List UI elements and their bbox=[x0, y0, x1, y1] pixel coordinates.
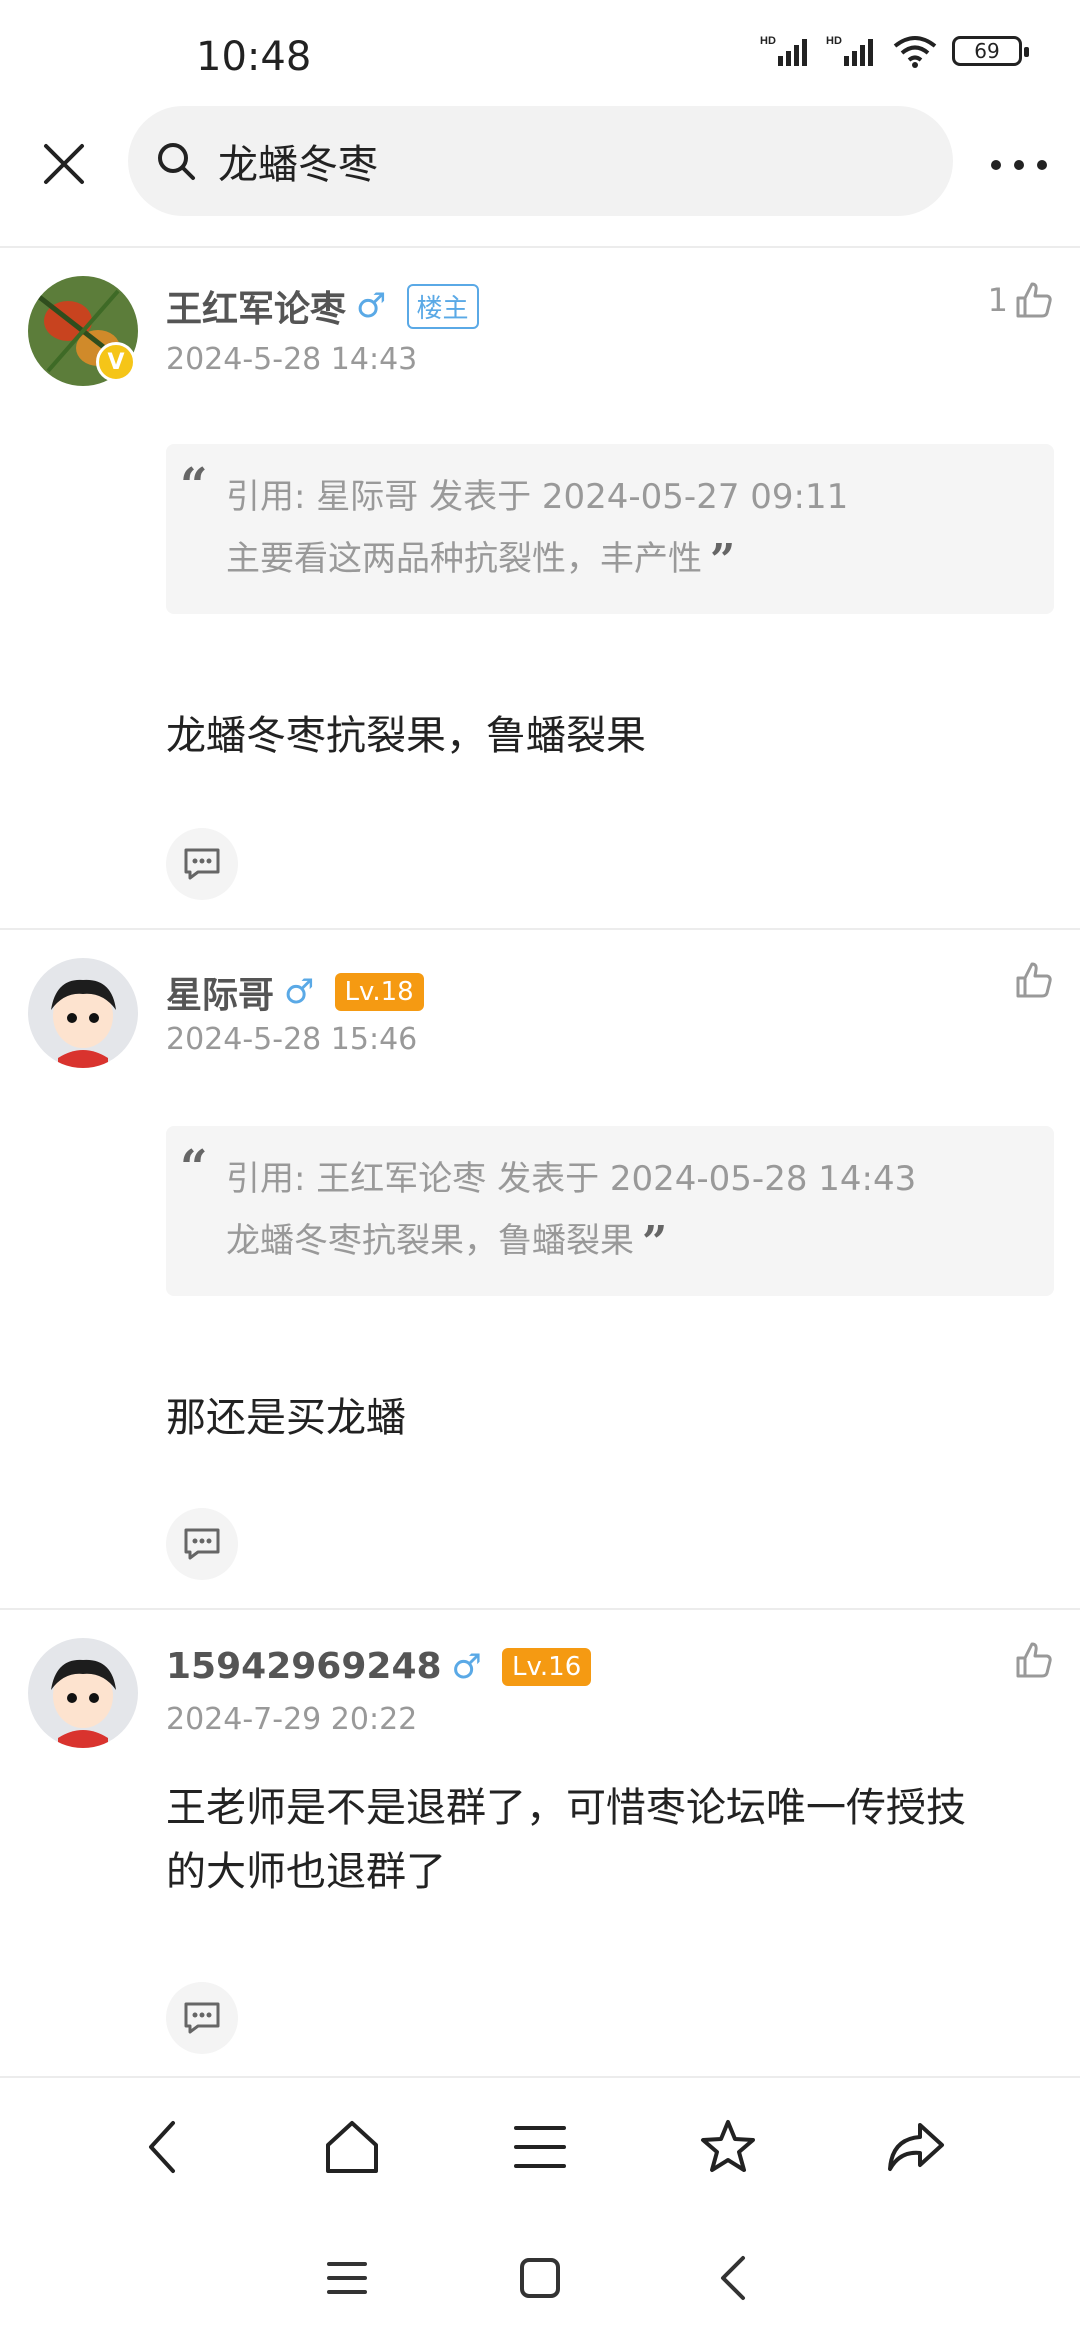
signal-icon-2: HD bbox=[826, 35, 873, 66]
quote-open-icon: “ bbox=[180, 1140, 208, 1196]
quote-block: “ 引用: 星际哥 发表于 2024-05-27 09:11 主要看这两品种抗裂… bbox=[166, 444, 1054, 614]
back-icon bbox=[149, 2121, 175, 2173]
quote-body-row: 龙蟠冬枣抗裂果，鲁蟠裂果” bbox=[226, 1210, 1034, 1274]
status-icons: HD HD 69 bbox=[760, 34, 1029, 68]
level-badge: Lv.16 bbox=[502, 1647, 592, 1686]
bottom-toolbar bbox=[0, 2076, 1080, 2216]
status-time: 10:48 bbox=[196, 34, 312, 80]
thumbs-up-icon bbox=[1016, 1642, 1052, 1678]
author-name[interactable]: 15942969248 bbox=[166, 1646, 442, 1687]
quote-body: 龙蟠冬枣抗裂果，鲁蟠裂果 bbox=[226, 1221, 634, 1261]
avatar[interactable] bbox=[28, 958, 138, 1068]
more-icon bbox=[991, 160, 1047, 170]
like-count: 1 bbox=[987, 281, 1008, 319]
level-badge: Lv.18 bbox=[334, 973, 424, 1011]
male-icon: ♂ bbox=[356, 286, 387, 326]
thumbs-up-icon bbox=[1016, 282, 1052, 318]
avatar-image bbox=[28, 958, 138, 1068]
post-content-line: 王老师是不是退群了，可惜枣论坛唯一传授技 bbox=[166, 1785, 966, 1831]
post-item: 星际哥 ♂ Lv.18 2024-5-28 15:46 “ 引用: 王红军论枣 … bbox=[0, 930, 1080, 1610]
like-button[interactable]: 1 bbox=[988, 280, 1054, 320]
search-query: 龙蟠冬枣 bbox=[218, 142, 378, 188]
comment-icon bbox=[184, 848, 220, 880]
post-content-line: 的大师也退群了 bbox=[166, 1849, 446, 1895]
home-square-icon bbox=[519, 2258, 560, 2298]
post-content: 王老师是不是退群了，可惜枣论坛唯一传授技 的大师也退群了 bbox=[166, 1776, 1066, 1904]
signal-icon: HD bbox=[760, 35, 807, 66]
status-bar: 10:48 HD HD 69 bbox=[0, 0, 1080, 100]
post-content: 龙蟠冬枣抗裂果，鲁蟠裂果 bbox=[166, 713, 646, 759]
svg-text:HD: HD bbox=[760, 35, 776, 47]
male-icon: ♂ bbox=[284, 972, 315, 1012]
post-time: 2024-7-29 20:22 bbox=[166, 1702, 418, 1737]
author-name[interactable]: 王红军论枣 bbox=[166, 280, 346, 332]
quote-close-icon: ” bbox=[710, 534, 736, 586]
quote-open-icon: “ bbox=[180, 458, 208, 514]
quote-body-row: 主要看这两品种抗裂性，丰产性” bbox=[226, 528, 1034, 592]
home-button[interactable] bbox=[312, 2107, 392, 2187]
quote-block: “ 引用: 王红军论枣 发表于 2024-05-28 14:43 龙蟠冬枣抗裂果… bbox=[166, 1126, 1054, 1296]
home-icon bbox=[326, 2121, 378, 2173]
post-time: 2024-5-28 15:46 bbox=[166, 1022, 418, 1057]
avatar[interactable] bbox=[28, 1638, 138, 1748]
wifi-icon bbox=[893, 36, 937, 68]
owner-badge: 楼主 bbox=[406, 283, 479, 329]
post-item: 15942969248 ♂ Lv.16 2024-7-29 20:22 王老师是… bbox=[0, 1610, 1080, 2076]
menu-button[interactable] bbox=[500, 2107, 580, 2187]
svg-text:HD: HD bbox=[826, 35, 842, 47]
author-row: 星际哥 ♂ Lv.18 bbox=[166, 966, 424, 1018]
system-home-button[interactable] bbox=[500, 2238, 580, 2318]
system-nav-bar bbox=[0, 2216, 1080, 2340]
post-content: 那还是买龙蟠 bbox=[166, 1395, 406, 1441]
close-button[interactable] bbox=[36, 136, 92, 192]
like-button[interactable] bbox=[1014, 1640, 1054, 1680]
post-item: V 王红军论枣 ♂ 楼主 2024-5-28 14:43 1 “ 引用: 星际哥… bbox=[0, 250, 1080, 930]
system-back-icon bbox=[721, 2256, 746, 2300]
verified-badge-icon: V bbox=[96, 342, 136, 382]
author-row: 15942969248 ♂ Lv.16 bbox=[166, 1646, 592, 1687]
reply-button[interactable] bbox=[166, 1982, 238, 2054]
reply-button[interactable] bbox=[166, 1508, 238, 1580]
search-input[interactable]: 龙蟠冬枣 bbox=[128, 106, 953, 216]
recent-apps-icon bbox=[326, 2262, 367, 2294]
search-icon bbox=[158, 143, 195, 180]
quote-body: 主要看这两品种抗裂性，丰产性 bbox=[226, 539, 702, 579]
quote-close-icon: ” bbox=[642, 1216, 668, 1268]
system-back-button[interactable] bbox=[693, 2238, 773, 2318]
menu-icon bbox=[514, 2126, 566, 2168]
avatar-image bbox=[28, 1638, 138, 1748]
more-button[interactable] bbox=[984, 140, 1054, 190]
share-icon bbox=[888, 2123, 944, 2171]
share-button[interactable] bbox=[876, 2107, 956, 2187]
comment-icon bbox=[184, 1528, 220, 1560]
quote-header: 引用: 星际哥 发表于 2024-05-27 09:11 bbox=[226, 477, 849, 517]
author-row: 王红军论枣 ♂ 楼主 bbox=[166, 280, 479, 332]
male-icon: ♂ bbox=[451, 1646, 483, 1687]
top-bar: 龙蟠冬枣 bbox=[0, 100, 1080, 248]
favorite-button[interactable] bbox=[688, 2107, 768, 2187]
recent-apps-button[interactable] bbox=[307, 2238, 387, 2318]
author-name[interactable]: 星际哥 bbox=[166, 966, 274, 1018]
back-button[interactable] bbox=[124, 2107, 204, 2187]
battery-icon: 69 bbox=[952, 36, 1029, 66]
star-icon bbox=[701, 2120, 755, 2172]
battery-level: 69 bbox=[974, 39, 1000, 63]
reply-button[interactable] bbox=[166, 828, 238, 900]
close-icon bbox=[44, 144, 84, 184]
quote-header: 引用: 王红军论枣 发表于 2024-05-28 14:43 bbox=[226, 1159, 917, 1199]
post-time: 2024-5-28 14:43 bbox=[166, 342, 418, 377]
comment-icon bbox=[184, 2002, 220, 2034]
thumbs-up-icon bbox=[1016, 962, 1052, 998]
like-button[interactable] bbox=[1014, 960, 1054, 1000]
